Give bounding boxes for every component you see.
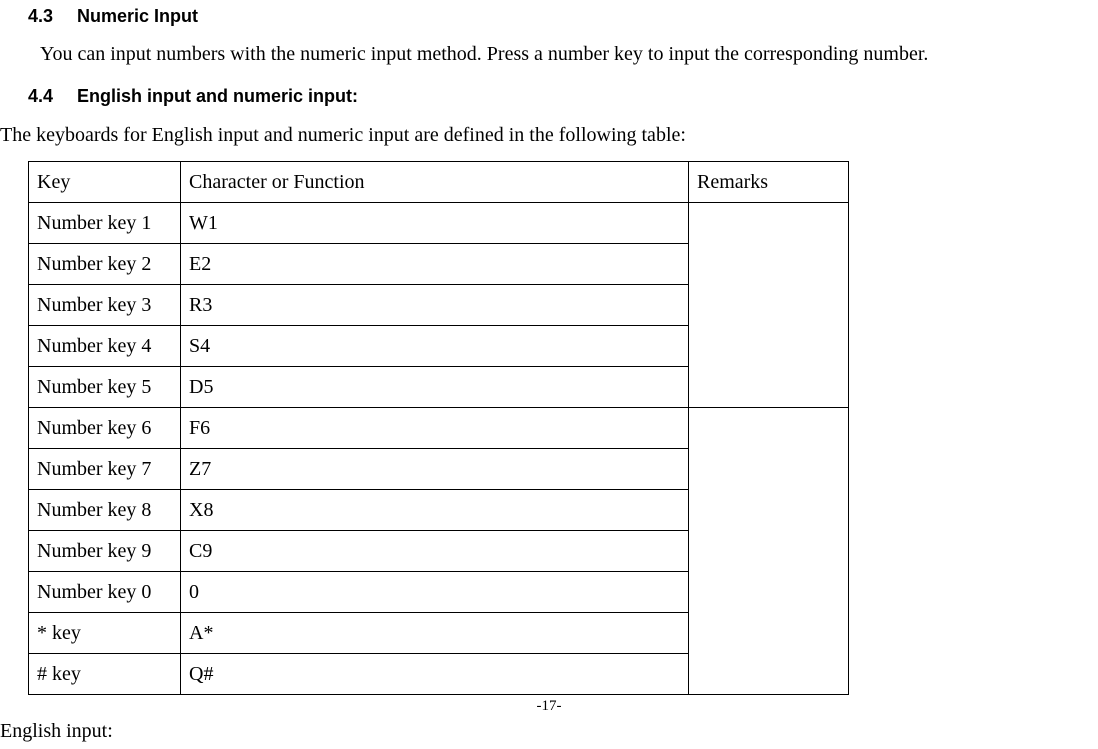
header-remarks: Remarks [689, 161, 849, 202]
cell-key: Number key 6 [29, 407, 181, 448]
cell-char: D5 [181, 366, 689, 407]
section-4-3-heading: 4.3 Numeric Input [0, 0, 1098, 32]
section-4-4-number: 4.4 [28, 80, 53, 112]
cell-char: Z7 [181, 448, 689, 489]
cell-char: E2 [181, 243, 689, 284]
cell-key: Number key 3 [29, 284, 181, 325]
cell-char: X8 [181, 489, 689, 530]
cell-key: Number key 2 [29, 243, 181, 284]
keys-table: Key Character or Function Remarks Number… [28, 161, 849, 695]
cell-char: S4 [181, 325, 689, 366]
cell-key: Number key 5 [29, 366, 181, 407]
section-4-3-number: 4.3 [28, 0, 53, 32]
header-key: Key [29, 161, 181, 202]
table-row: Number key 6 F6 [29, 407, 849, 448]
section-4-3-title: Numeric Input [77, 6, 198, 26]
cell-char: A* [181, 612, 689, 653]
section-4-3-text: You can input numbers with the numeric i… [0, 36, 1098, 72]
section-4-4-title: English input and numeric input: [77, 86, 358, 106]
section-4-4-heading: 4.4 English input and numeric input: [0, 80, 1098, 112]
cell-char: 0 [181, 571, 689, 612]
cell-key: # key [29, 653, 181, 694]
page-number: -17- [0, 693, 1098, 720]
section-4-4-intro: The keyboards for English input and nume… [0, 117, 1098, 153]
cell-char: R3 [181, 284, 689, 325]
cell-key: Number key 1 [29, 202, 181, 243]
cell-char: W1 [181, 202, 689, 243]
cell-key: Number key 7 [29, 448, 181, 489]
cell-key: Number key 9 [29, 530, 181, 571]
header-char: Character or Function [181, 161, 689, 202]
cell-key: Number key 0 [29, 571, 181, 612]
cell-remarks-group1 [689, 202, 849, 407]
table-row: Number key 1 W1 [29, 202, 849, 243]
cell-char: C9 [181, 530, 689, 571]
cell-char: F6 [181, 407, 689, 448]
cell-key: Number key 4 [29, 325, 181, 366]
table-header-row: Key Character or Function Remarks [29, 161, 849, 202]
cell-char: Q# [181, 653, 689, 694]
cell-key: * key [29, 612, 181, 653]
cell-key: Number key 8 [29, 489, 181, 530]
cell-remarks-group2 [689, 407, 849, 694]
